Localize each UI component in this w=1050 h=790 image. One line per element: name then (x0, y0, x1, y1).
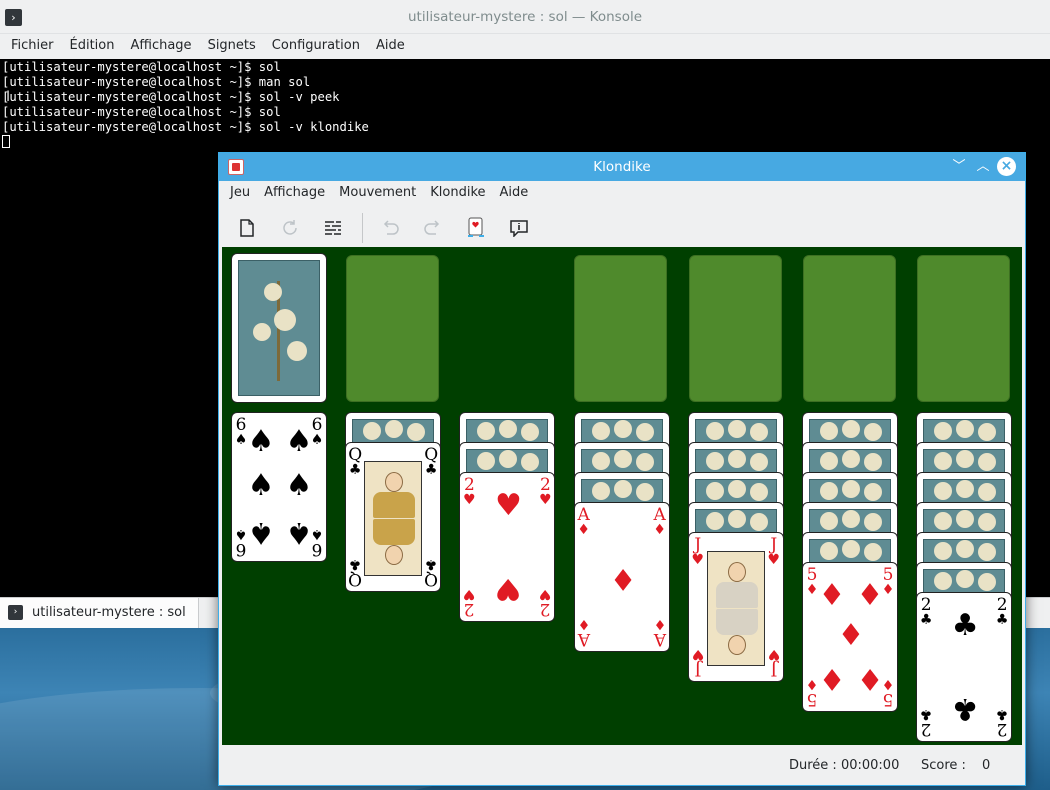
toolbar-separator (362, 213, 363, 243)
menu-affichage[interactable]: Affichage (257, 181, 332, 207)
card-index: Q ♣ (424, 556, 439, 589)
redeal-icon[interactable] (277, 215, 303, 241)
mouse-ibeam-icon: I (6, 89, 11, 105)
card-A-red[interactable]: A ♦ A ♦ A ♦ A ♦ ♦ (573, 502, 670, 652)
foundation-slot[interactable] (574, 255, 667, 402)
info-icon[interactable] (506, 215, 532, 241)
suit-pip: ♥ (494, 488, 522, 523)
card-index: 2 ♣ (995, 706, 1009, 739)
menu-jeu[interactable]: Jeu (223, 181, 257, 207)
card-index: J ♥ (767, 535, 781, 568)
foundation-slot[interactable] (689, 255, 782, 402)
suit-pip: ♦ (609, 561, 637, 596)
statusbar: Durée : 00:00:00 Score : 0 (219, 747, 1025, 785)
konsole-tab[interactable]: › utilisateur-mystere : sol (0, 598, 199, 628)
suit-pip: ♠ (247, 424, 275, 459)
menu-signets[interactable]: Signets (200, 34, 264, 59)
card-index: Q ♣ (348, 445, 363, 478)
card-index: 2 ♥ (539, 586, 552, 619)
menu-edition[interactable]: Édition (62, 34, 123, 59)
card-Q-black[interactable]: Q ♣ Q ♣ Q ♣ Q ♣ (345, 442, 442, 592)
terminal-line: [utilisateur-mystere@localhost ~]$ sol (2, 105, 281, 119)
card-index: 2 ♣ (919, 595, 933, 628)
suit-pip: ♠ (247, 515, 275, 550)
card-index: Q ♣ (424, 445, 439, 478)
court-figure (364, 461, 423, 576)
redo-icon[interactable] (420, 215, 446, 241)
klondike-window: Klondike ﹀ ︿ × Jeu Affichage Mouvement K… (218, 152, 1026, 786)
suit-pip: ♠ (285, 468, 313, 503)
menu-aide[interactable]: Aide (368, 34, 413, 59)
klondike-title: Klondike (593, 159, 651, 175)
terminal-line: [utilisateur-mystere@localhost ~]$ sol (2, 60, 281, 74)
card-index: 2 ♥ (463, 475, 476, 508)
card-index: 2 ♣ (995, 595, 1009, 628)
suit-pip: ♦ (818, 661, 846, 696)
foundation-slot[interactable] (917, 255, 1010, 402)
menu-fichier[interactable]: Fichier (3, 34, 62, 59)
card-2-red[interactable]: 2 ♥ 2 ♥ 2 ♥ 2 ♥ ♥ ♥ (459, 472, 556, 622)
card-index: J ♥ (691, 535, 705, 568)
card-index: 2 ♥ (463, 586, 476, 619)
card-index: A ♦ (577, 505, 590, 538)
suit-pip: ♦ (856, 661, 884, 696)
card-index: A ♦ (577, 616, 590, 649)
terminal-line: [utilisateur-mystere@localhost ~]$ man s… (2, 75, 311, 89)
konsole-titlebar[interactable]: › utilisateur-mystere : sol — Konsole (0, 0, 1050, 34)
card-6-black[interactable]: 6 ♠ 6 ♠ 6 ♠ 6 ♠ ♠ ♠ ♠ ♠ ♠ ♠ (231, 412, 327, 562)
game-type-icon[interactable] (320, 215, 346, 241)
suit-pip: ♦ (818, 578, 846, 613)
duration-label: Durée : 00:00:00 (789, 758, 900, 773)
terminal-cursor (2, 135, 10, 148)
card-J-red[interactable]: J ♥ J ♥ J ♥ J ♥ (687, 532, 784, 682)
card-index: J ♥ (691, 646, 705, 679)
stock-pile[interactable] (231, 253, 327, 403)
card-index: 2 ♣ (919, 706, 933, 739)
court-figure (706, 551, 765, 666)
klondike-toolbar (219, 207, 1025, 247)
card-2-black[interactable]: 2 ♣ 2 ♣ 2 ♣ 2 ♣ ♣ ♣ (916, 592, 1013, 742)
score-value: 0 (982, 758, 991, 773)
konsole-menubar: Fichier Édition Affichage Signets Config… (0, 34, 1050, 59)
suit-pip: ♣ (951, 608, 979, 643)
waste-slot[interactable] (346, 255, 439, 402)
card-index: Q ♣ (348, 556, 363, 589)
suit-pip: ♠ (285, 424, 313, 459)
menu-affichage[interactable]: Affichage (122, 34, 199, 59)
score-label: Score : (921, 758, 966, 773)
maximize-icon[interactable]: ︿ (974, 158, 992, 176)
klondike-titlebar[interactable]: Klondike ﹀ ︿ × (219, 153, 1025, 181)
konsole-tab-label: utilisateur-mystere : sol (32, 605, 186, 620)
terminal-tab-icon: › (8, 605, 23, 620)
menu-configuration[interactable]: Configuration (264, 34, 368, 59)
card-index: 2 ♥ (539, 475, 552, 508)
new-game-icon[interactable] (234, 215, 260, 241)
menu-klondike[interactable]: Klondike (423, 181, 492, 207)
menu-mouvement[interactable]: Mouvement (332, 181, 423, 207)
konsole-title: utilisateur-mystere : sol — Konsole (407, 9, 643, 25)
menu-aide[interactable]: Aide (493, 181, 536, 207)
terminal-line: [utilisateur-mystere@localhost ~]$ sol -… (2, 120, 369, 134)
suit-pip: ♠ (285, 515, 313, 550)
suit-pip: ♦ (856, 578, 884, 613)
card-index: A ♦ (653, 505, 666, 538)
foundation-slot[interactable] (803, 255, 896, 402)
card-index: J ♥ (767, 646, 781, 679)
undo-icon[interactable] (377, 215, 403, 241)
card-5-red[interactable]: 5 ♦ 5 ♦ 5 ♦ 5 ♦ ♦ ♦ ♦ ♦ ♦ (802, 562, 898, 712)
suit-pip: ♥ (494, 571, 522, 606)
terminal-line: [utilisateur-mystere@localhost ~]$ sol -… (2, 90, 340, 104)
suit-pip: ♦ (837, 618, 865, 653)
suit-pip: ♠ (247, 468, 275, 503)
suit-pip: ♣ (951, 691, 979, 726)
close-icon[interactable]: × (997, 157, 1016, 176)
minimize-icon[interactable]: ﹀ (950, 158, 968, 176)
game-felt[interactable]: 6 ♠ 6 ♠ 6 ♠ 6 ♠ ♠ ♠ ♠ ♠ ♠ ♠ Q ♣ Q ♣ Q ♣ Q ♣ 2 ♥ 2 ♥ 2 ♥ 2 ♥ ♥ ♥ A ♦ A ♦ A ♦ A ♦… (222, 247, 1022, 745)
card-index: A ♦ (653, 616, 666, 649)
hint-icon[interactable] (463, 215, 489, 241)
klondike-menubar: Jeu Affichage Mouvement Klondike Aide (219, 181, 1025, 207)
